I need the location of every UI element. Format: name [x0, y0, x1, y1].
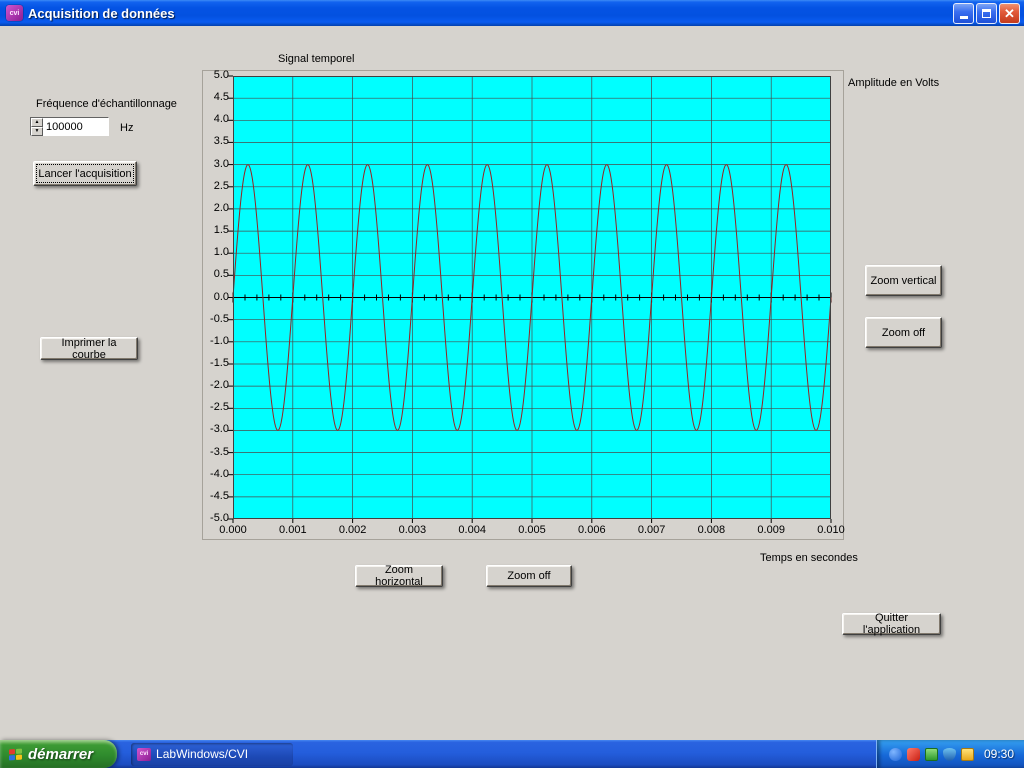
signal-chart: 5.0 4.5 4.0 3.5 3.0 2.5 2.0 1.5 1.0 0.5 0.0 -0.5 -1.… — [202, 69, 845, 540]
bluetooth-icon[interactable] — [888, 747, 902, 761]
minimize-icon — [959, 16, 968, 19]
minimize-button[interactable] — [953, 2, 974, 24]
network-icon[interactable] — [924, 747, 938, 761]
x-tick-label: 0.002 — [338, 524, 367, 536]
y-tick-label: -3.0 — [210, 423, 229, 436]
maximize-button[interactable] — [976, 2, 997, 24]
chart-title: Signal temporel — [278, 53, 355, 65]
x-tick-label: 0.006 — [578, 524, 606, 536]
taskbar-clock: 09:30 — [983, 747, 1014, 761]
y-tick-label: 0.0 — [213, 290, 229, 303]
frequency-input-group: ▲ ▼ — [30, 117, 109, 136]
x-tick-label: 0.005 — [518, 524, 546, 536]
x-tick-label: 0.009 — [757, 524, 785, 536]
y-tick-label: 2.0 — [213, 201, 229, 214]
frequency-spinner: ▲ ▼ — [31, 118, 43, 136]
y-tick-label: -4.5 — [210, 489, 229, 502]
y-tick-label: 0.5 — [213, 268, 229, 281]
y-tick-label: -1.0 — [210, 334, 229, 347]
y-tick-label: -2.0 — [210, 379, 229, 392]
x-tick-label: 0.008 — [697, 524, 726, 536]
y-tick-label: 2.5 — [213, 179, 229, 192]
y-tick-label: 1.0 — [213, 246, 229, 259]
y-tick-label: 1.5 — [213, 224, 229, 237]
quit-application-button[interactable]: Quitter l'application — [842, 612, 941, 636]
y-tick-label: 5.0 — [213, 69, 229, 81]
antivirus-icon[interactable] — [906, 747, 920, 761]
y-tick-label: -1.5 — [210, 356, 229, 369]
x-axis-label: Temps en secondes — [760, 552, 858, 564]
frequency-unit-label: Hz — [120, 122, 134, 134]
start-button[interactable]: démarrer — [0, 740, 118, 768]
y-tick-label: 3.5 — [213, 135, 229, 148]
y-tick-label: -4.0 — [210, 467, 229, 480]
start-button-label: démarrer — [28, 745, 94, 763]
security-shield-icon[interactable] — [942, 747, 956, 761]
x-tick-label: 0.007 — [637, 524, 666, 536]
y-axis-label: Amplitude en Volts — [848, 77, 940, 89]
cvi-icon: cvi — [137, 747, 152, 761]
system-tray: 09:30 — [875, 740, 1024, 768]
x-tick-label: 0.004 — [458, 524, 486, 536]
frequency-label: Fréquence d'échantillonnage — [36, 98, 177, 110]
y-tick-label: 4.0 — [213, 113, 229, 126]
frequency-input[interactable] — [43, 118, 108, 135]
zoom-off-horizontal-button[interactable]: Zoom off — [486, 565, 572, 587]
launch-acquisition-button[interactable]: Lancer l'acquisition — [33, 161, 137, 186]
zoom-horizontal-button[interactable]: Zoom horizontal — [355, 564, 443, 588]
y-tick-label: -0.5 — [210, 312, 229, 325]
taskbar: démarrer cvi LabWindows/CVI 09:30 — [0, 740, 1024, 768]
updates-icon[interactable] — [960, 747, 974, 761]
cvi-app-icon: cvi — [6, 5, 23, 21]
zoom-vertical-button[interactable]: Zoom vertical — [865, 265, 942, 296]
application-window: cvi Acquisition de données ✕ Fréquence d… — [0, 0, 1024, 768]
y-tick-label: 3.0 — [213, 157, 229, 170]
window-controls: ✕ — [953, 2, 1020, 24]
title-bar[interactable]: cvi Acquisition de données ✕ — [0, 0, 1024, 26]
spin-up-button[interactable]: ▲ — [31, 118, 43, 127]
x-tick-label: 0.003 — [398, 524, 427, 536]
y-tick-label: -3.5 — [210, 445, 229, 458]
windows-flag-icon — [9, 748, 22, 760]
window-title: Acquisition de données — [28, 5, 175, 21]
x-tick-label: 0.010 — [817, 524, 845, 536]
y-tick-label: 4.5 — [213, 91, 229, 104]
taskbar-item-label: LabWindows/CVI — [156, 747, 249, 761]
maximize-icon — [982, 8, 991, 18]
print-curve-button[interactable]: Imprimer la courbe — [40, 337, 138, 361]
x-tick-label: 0.001 — [279, 524, 307, 536]
taskbar-item-labwindows[interactable]: cvi LabWindows/CVI — [131, 742, 294, 766]
close-button[interactable]: ✕ — [999, 2, 1020, 24]
plot-area[interactable] — [228, 75, 832, 523]
y-tick-label: -2.5 — [210, 401, 229, 414]
spin-down-button[interactable]: ▼ — [31, 127, 43, 136]
y-tick-label: -5.0 — [210, 512, 229, 524]
x-tick-label: 0.000 — [219, 524, 247, 536]
zoom-off-vertical-button[interactable]: Zoom off — [865, 317, 942, 348]
